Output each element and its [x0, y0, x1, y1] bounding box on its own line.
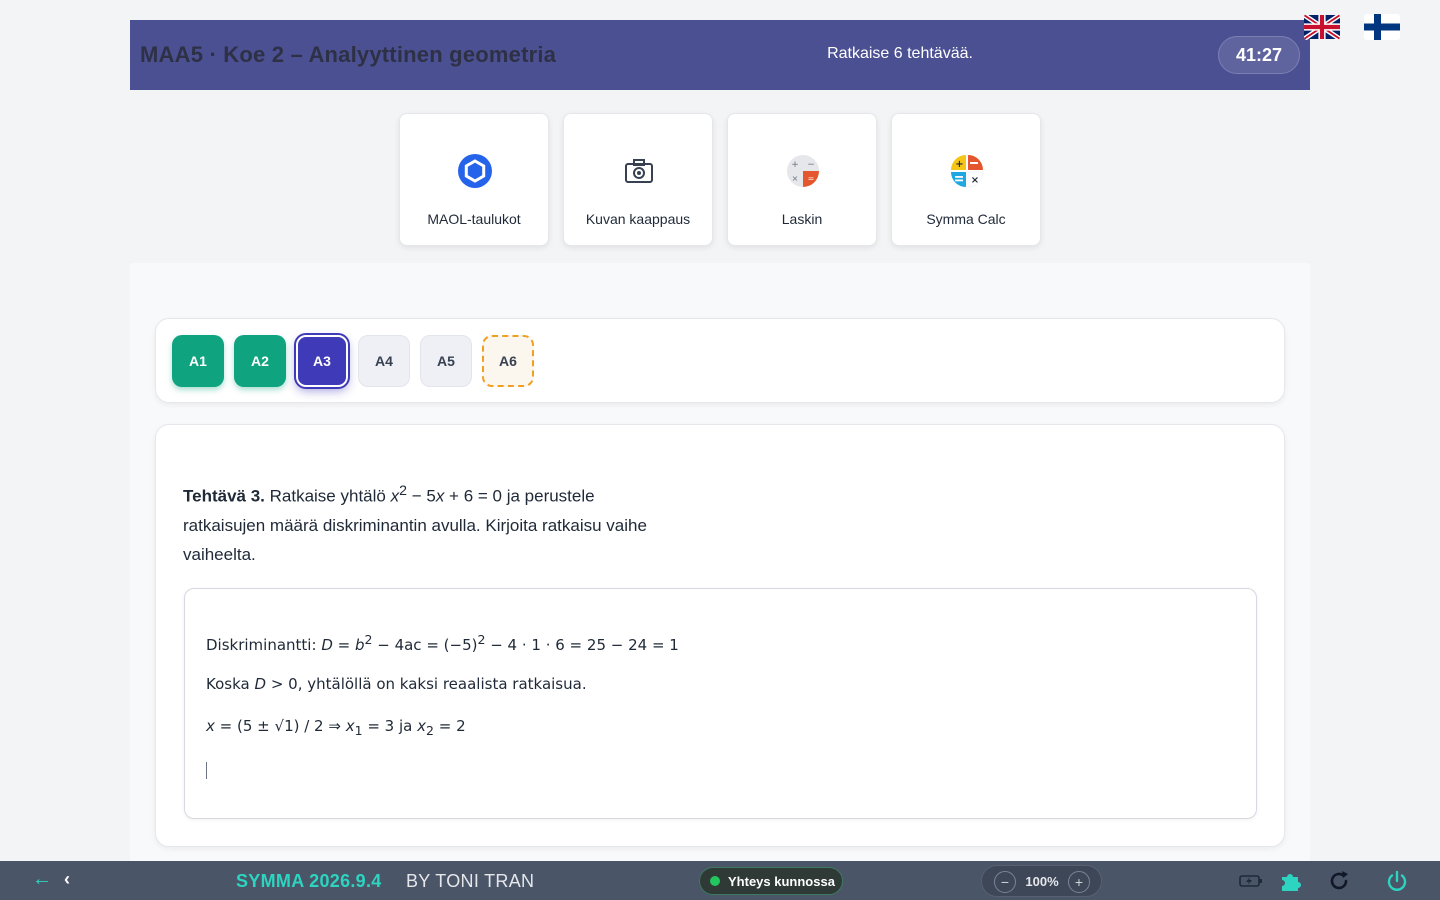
- tool-label: Kuvan kaappaus: [585, 211, 691, 227]
- tab-a1[interactable]: A1: [172, 335, 224, 387]
- exam-timer: 41:27: [1218, 36, 1300, 74]
- tool-maol-taulukot[interactable]: MAOL-taulukot: [399, 113, 549, 246]
- finland-flag-icon[interactable]: [1364, 14, 1400, 40]
- svg-text:+: +: [791, 160, 799, 170]
- exam-title: MAA5 · Koe 2 – Analyyttinen geometria: [140, 42, 557, 67]
- puzzle-icon[interactable]: [1277, 868, 1303, 894]
- status-dot-icon: [710, 876, 720, 886]
- battery-charging-icon: [1238, 868, 1264, 894]
- svg-text:+: +: [955, 159, 963, 170]
- tool-label: MAOL-taulukot: [427, 211, 521, 227]
- hexagon-icon: [456, 152, 494, 190]
- tool-laskin[interactable]: + − × = Laskin: [727, 113, 877, 246]
- svg-text:×: ×: [971, 175, 979, 186]
- svg-text:−: −: [807, 160, 815, 170]
- svg-text:=: =: [808, 174, 815, 183]
- task-tabs: A1 A2 A3 A4 A5 A6: [155, 318, 1285, 403]
- tab-a2[interactable]: A2: [234, 335, 286, 387]
- svg-text:×: ×: [792, 174, 799, 183]
- app-brand: SYMMA 2026.9.4: [236, 871, 382, 891]
- tool-symma-calc[interactable]: + × Symma Calc: [891, 113, 1041, 246]
- app-author: BY TONI TRAN: [406, 871, 535, 891]
- task-prompt: Tehtävä 3. Ratkaise yhtälö x2 − 5x + 6 =…: [183, 483, 647, 564]
- answer-editor[interactable]: Diskriminantti: D = b2 − 4ac = (−5)2 − 4…: [184, 588, 1257, 819]
- answer-line-2: Koska D > 0, yhtälöllä on kaksi reaalist…: [206, 675, 587, 693]
- zoom-out-button[interactable]: −: [994, 871, 1016, 893]
- zoom-level: 100%: [1025, 874, 1059, 889]
- answer-line-3: x = (5 ± √1) / 2 ⇒ x1 = 3 ja x2 = 2: [206, 717, 466, 738]
- camera-icon: [620, 152, 658, 190]
- tab-a6[interactable]: A6: [482, 335, 534, 387]
- tab-a4[interactable]: A4: [358, 335, 410, 387]
- bottom-bar: ← ‹ SYMMA 2026.9.4 BY TONI TRAN Yhteys k…: [0, 861, 1440, 900]
- text-cursor: [206, 762, 207, 779]
- chevron-left-icon[interactable]: ‹: [64, 869, 70, 890]
- tab-a3[interactable]: A3: [296, 335, 348, 387]
- tool-kuvan-kaappaus[interactable]: Kuvan kaappaus: [563, 113, 713, 246]
- tool-label: Symma Calc: [926, 211, 1006, 227]
- zoom-control: − 100% +: [981, 865, 1102, 897]
- symma-calc-icon: + ×: [948, 152, 986, 190]
- tab-a5[interactable]: A5: [420, 335, 472, 387]
- uk-flag-icon[interactable]: [1304, 14, 1340, 40]
- task-number: Tehtävä 3.: [183, 486, 265, 506]
- exam-instruction: Ratkaise 6 tehtävää.: [827, 45, 973, 62]
- refresh-icon[interactable]: [1326, 868, 1352, 894]
- exam-header: MAA5 · Koe 2 – Analyyttinen geometria Ra…: [130, 20, 1310, 90]
- back-arrow-icon[interactable]: ←: [32, 868, 52, 891]
- zoom-in-button[interactable]: +: [1068, 871, 1090, 893]
- power-icon[interactable]: [1384, 868, 1410, 894]
- tool-label: Laskin: [781, 211, 823, 227]
- answer-line-1: Diskriminantti: D = b2 − 4ac = (−5)2 − 4…: [206, 632, 679, 654]
- task-card: Tehtävä 3. Ratkaise yhtälö x2 − 5x + 6 =…: [155, 424, 1285, 847]
- connection-status: Yhteys kunnossa: [699, 867, 843, 895]
- calculator-icon: + − × =: [784, 152, 822, 190]
